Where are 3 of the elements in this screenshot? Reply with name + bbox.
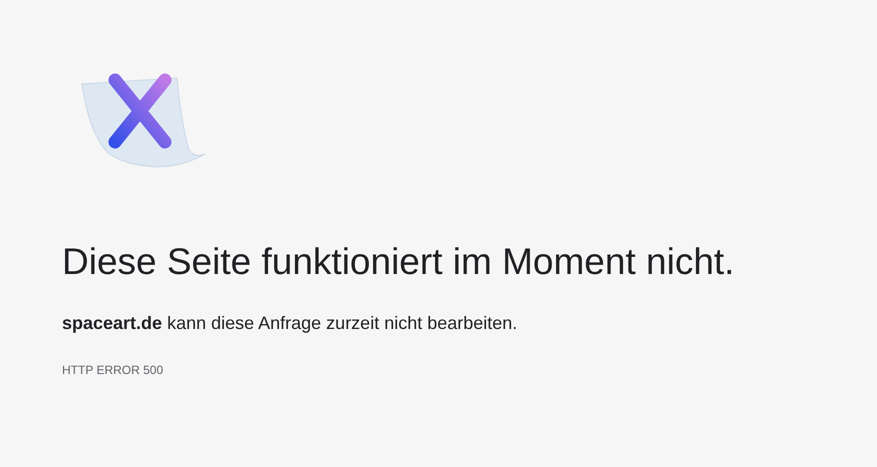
error-heading: Diese Seite funktioniert im Moment nicht. — [62, 240, 736, 284]
error-code: HTTP ERROR 500 — [62, 362, 164, 379]
error-message: spaceart.de kann diese Anfrage zurzeit nicht bearbeiten. — [62, 312, 518, 335]
